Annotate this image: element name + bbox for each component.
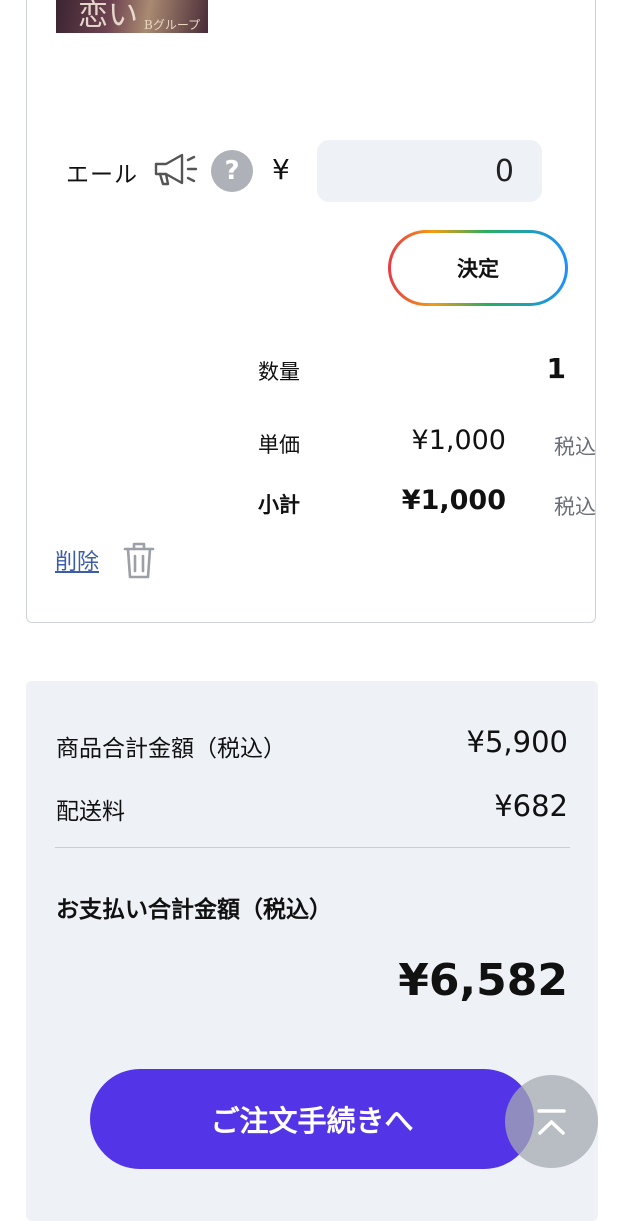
shipping-label: 配送料	[56, 799, 125, 825]
payment-total-value: ¥6,582	[398, 955, 568, 1006]
quantity-label: 数量	[258, 360, 300, 384]
ale-label: エール	[66, 162, 138, 188]
items-total-value: ¥5,900	[466, 725, 568, 759]
unit-price-tax-label: 税込	[554, 435, 596, 459]
trash-icon[interactable]	[122, 540, 156, 580]
thumbnail-subtitle: Bグループ	[144, 18, 201, 32]
scroll-to-top-icon	[537, 1109, 566, 1135]
unit-price-label: 単価	[258, 433, 300, 457]
product-thumbnail[interactable]: 恋い Bグループ	[56, 0, 208, 33]
checkout-button[interactable]: ご注文手続きへ	[90, 1069, 534, 1169]
payment-total-label: お支払い合計金額（税込）	[56, 897, 332, 923]
shipping-value: ¥682	[494, 789, 568, 823]
items-total-label: 商品合計金額（税込）	[56, 736, 286, 762]
subtotal-value: ¥1,000	[401, 485, 506, 516]
cart-item-card	[26, 0, 596, 623]
decide-button-label: 決定	[391, 233, 565, 303]
summary-divider	[55, 847, 570, 848]
scroll-to-top-button[interactable]	[505, 1075, 598, 1168]
megaphone-icon	[154, 153, 198, 186]
ale-currency-symbol: ¥	[272, 153, 290, 186]
delete-link[interactable]: 削除	[55, 544, 99, 576]
decide-button[interactable]: 決定	[388, 230, 568, 306]
help-icon[interactable]: ?	[211, 150, 253, 192]
thumbnail-title: 恋い	[78, 0, 138, 33]
ale-amount-input[interactable]: 0	[317, 140, 542, 202]
unit-price-value: ¥1,000	[411, 425, 506, 456]
subtotal-tax-label: 税込	[554, 495, 596, 519]
subtotal-label: 小計	[258, 493, 300, 517]
quantity-value: 1	[546, 352, 566, 385]
